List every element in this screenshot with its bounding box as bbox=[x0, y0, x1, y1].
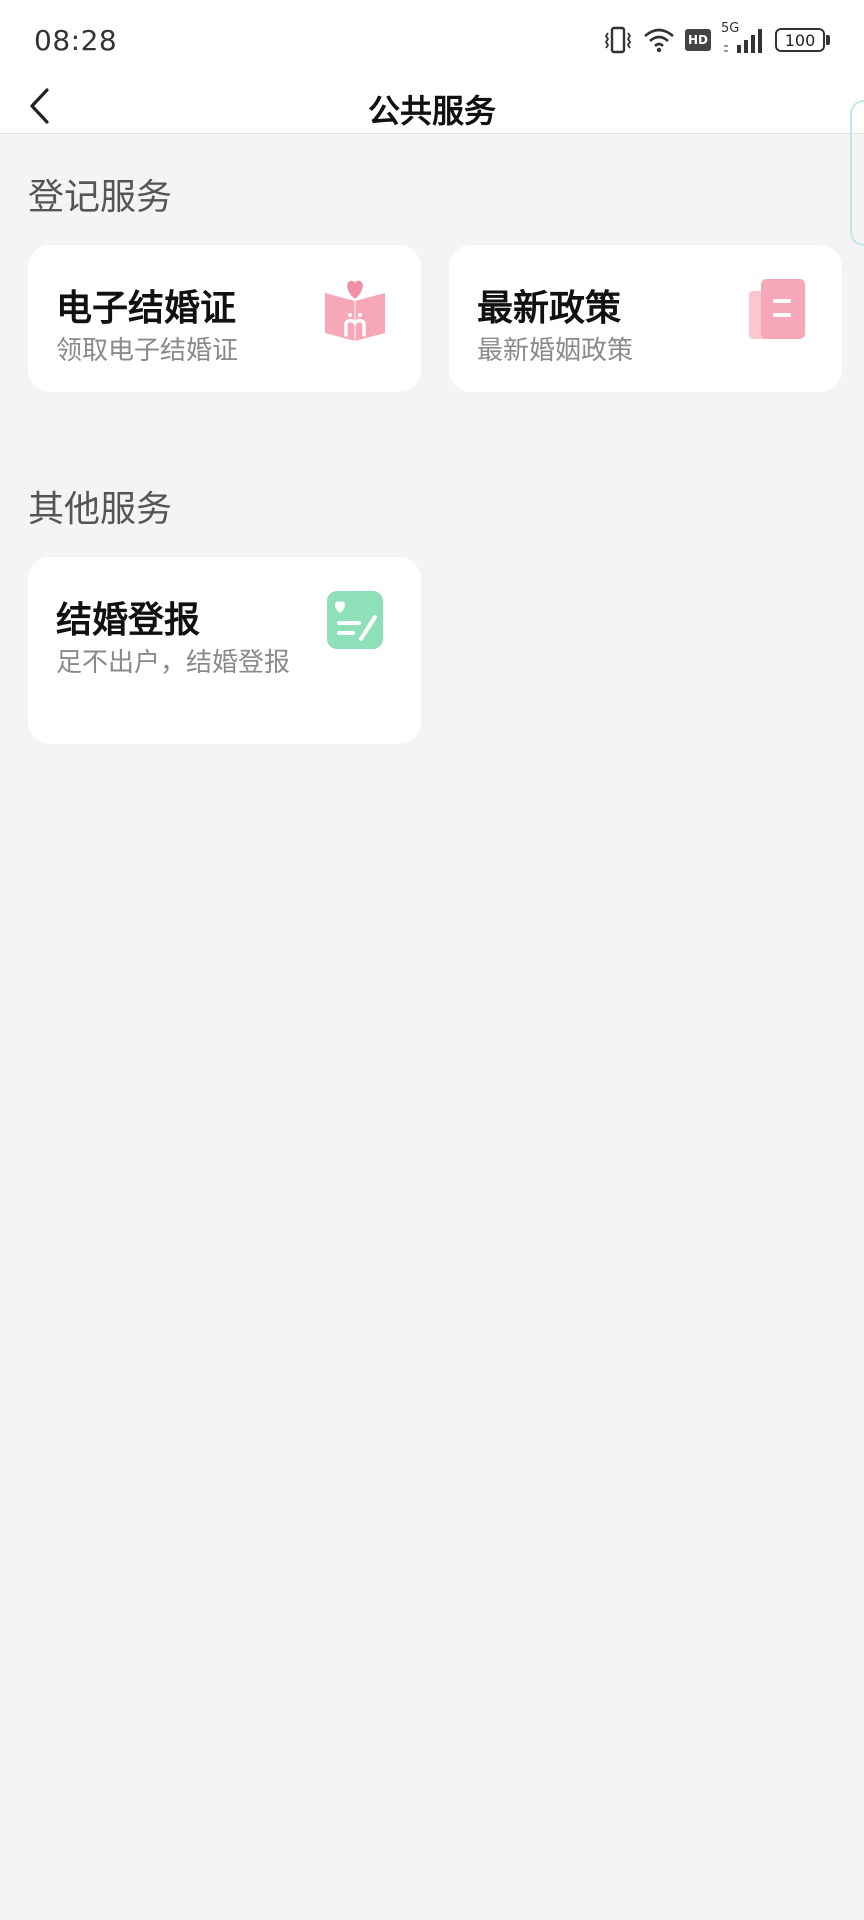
card-latest-policy[interactable]: 最新政策 最新婚姻政策 bbox=[449, 245, 842, 392]
section-title-other: 其他服务 bbox=[28, 489, 173, 530]
wifi-icon bbox=[643, 25, 675, 55]
header-bar: 公共服务 bbox=[0, 78, 864, 134]
vibrate-icon bbox=[603, 25, 633, 55]
card-title: 电子结婚证 bbox=[56, 288, 237, 329]
floating-side-handle[interactable] bbox=[850, 100, 864, 246]
battery-icon: 100 bbox=[775, 28, 830, 52]
battery-level: 100 bbox=[775, 28, 825, 52]
card-title: 结婚登报 bbox=[56, 600, 201, 641]
card-e-marriage-certificate[interactable]: 电子结婚证 领取电子结婚证 bbox=[28, 245, 421, 392]
card-marriage-announcement[interactable]: 结婚登报 足不出户，结婚登报 bbox=[28, 557, 421, 744]
card-subtitle: 最新婚姻政策 bbox=[477, 336, 634, 366]
status-time: 08:28 bbox=[34, 24, 118, 57]
document-icon bbox=[747, 277, 809, 347]
card-title: 最新政策 bbox=[477, 288, 622, 329]
status-bar: 08:28 HD 5G 100 bbox=[0, 0, 864, 78]
section-title-registration: 登记服务 bbox=[28, 177, 173, 218]
battery-tip bbox=[826, 35, 830, 45]
card-subtitle: 足不出户，结婚登报 bbox=[56, 648, 291, 678]
page-title: 公共服务 bbox=[367, 92, 496, 130]
card-subtitle: 领取电子结婚证 bbox=[56, 336, 239, 366]
marriage-book-icon bbox=[322, 277, 388, 347]
signal-icon: 5G bbox=[721, 21, 765, 55]
status-icons: HD 5G 100 bbox=[603, 21, 830, 58]
hd-badge: HD bbox=[685, 29, 711, 51]
notepad-heart-icon bbox=[325, 589, 385, 655]
